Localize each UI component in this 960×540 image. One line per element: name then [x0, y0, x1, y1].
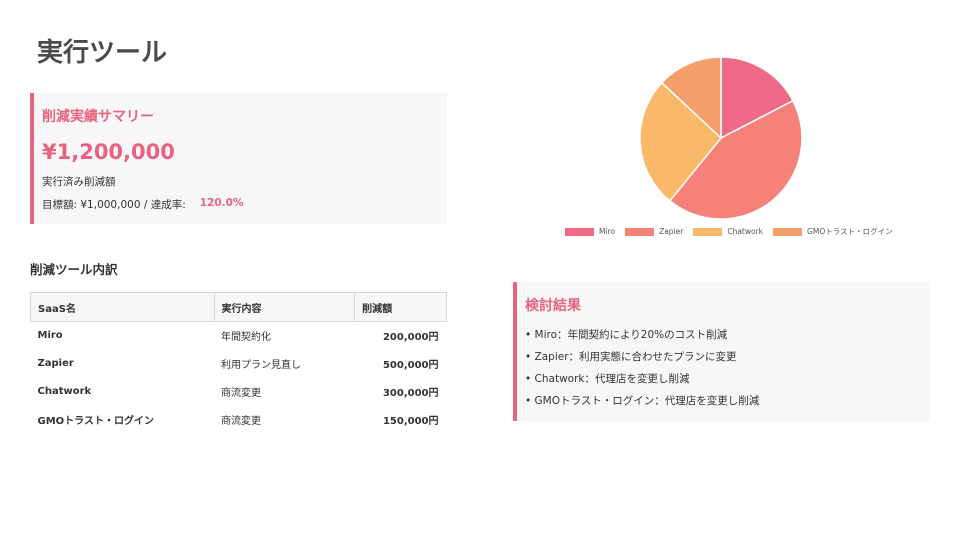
row-amount: 300,000円 — [382, 388, 439, 399]
legend-item-chatwork[interactable]: Chatwork — [693, 227, 763, 236]
summary-heading: 削減実績サマリー — [42, 109, 154, 125]
pie-chart-container — [555, 50, 895, 250]
legend-item-miro[interactable]: Miro — [565, 227, 615, 236]
results-card: 検討結果 • Miro：年間契約により20%のコスト削減 • Zapier：利用… — [513, 282, 930, 421]
page-title: 実行ツール — [37, 38, 168, 68]
row-action: 商流変更 — [221, 416, 262, 427]
summary-sub-label: 実行済み削減額 — [42, 176, 116, 188]
legend-label: GMOトラスト・ログイン — [807, 227, 893, 236]
list-item: • Chatwork：代理店を変更し削減 — [525, 373, 690, 385]
list-item: • Zapier：利用実態に合わせたプランに変更 — [525, 351, 737, 363]
row-name: Zapier — [37, 358, 74, 369]
table-row: Miro 年間契約化 200,000円 — [31, 322, 447, 350]
list-item: • GMOトラスト・ログイン：代理店を変更し削減 — [525, 395, 760, 407]
row-name: GMOトラスト・ログイン — [37, 416, 154, 427]
header-saas-name: SaaS名 — [30, 292, 215, 322]
table-row: Chatwork 商流変更 300,000円 — [31, 378, 447, 406]
header-amount: 削減額 — [354, 292, 447, 322]
row-amount: 200,000円 — [382, 332, 439, 344]
legend-swatch — [773, 227, 803, 236]
row-amount: 150,000円 — [382, 416, 439, 427]
summary-rate: 120.0% — [199, 197, 244, 209]
row-name: Chatwork — [37, 386, 92, 397]
summary-card: 削減実績サマリー ¥1,200,000 実行済み削減額 目標額: ¥1,000,… — [30, 93, 447, 224]
row-amount: 500,000円 — [382, 360, 439, 371]
legend-swatch — [565, 227, 594, 236]
row-action: 商流変更 — [221, 388, 262, 399]
legend-swatch — [693, 227, 723, 236]
row-action: 利用プラン見直し — [221, 360, 302, 371]
breakdown-title: 削減ツール内訳 — [30, 262, 118, 277]
header-action: 実行内容 — [213, 292, 356, 322]
legend-label: Zapier — [659, 227, 684, 236]
list-item: • Miro：年間契約により20%のコスト削減 — [525, 329, 728, 341]
breakdown-table: SaaS名 実行内容 削減額 Miro 年間契約化 200,000円 Zapie… — [30, 292, 447, 434]
table-row: Zapier 利用プラン見直し 500,000円 — [31, 350, 447, 378]
legend-item-gmo[interactable]: GMOトラスト・ログイン — [773, 226, 893, 237]
table-row: GMOトラスト・ログイン 商流変更 150,000円 — [31, 406, 447, 434]
summary-target: 目標額: ¥1,000,000 / 達成率: 120.0% — [42, 197, 447, 212]
legend-swatch — [625, 227, 655, 236]
summary-target-label: 目標額: ¥1,000,000 / 達成率: — [42, 199, 186, 211]
summary-amount: ¥1,200,000 — [42, 140, 175, 164]
chart-legend: Miro Zapier Chatwork GMOトラスト・ログイン — [565, 226, 903, 237]
row-name: Miro — [37, 330, 63, 342]
table-header-row: SaaS名 実行内容 削減額 — [30, 292, 447, 322]
legend-label: Chatwork — [727, 227, 764, 236]
legend-label: Miro — [599, 227, 616, 236]
legend-item-zapier[interactable]: Zapier — [625, 227, 683, 236]
row-action: 年間契約化 — [221, 332, 272, 344]
results-list: • Miro：年間契約により20%のコスト削減 • Zapier：利用実態に合わ… — [525, 324, 930, 412]
pie-chart — [639, 56, 803, 220]
results-heading: 検討結果 — [525, 298, 581, 314]
